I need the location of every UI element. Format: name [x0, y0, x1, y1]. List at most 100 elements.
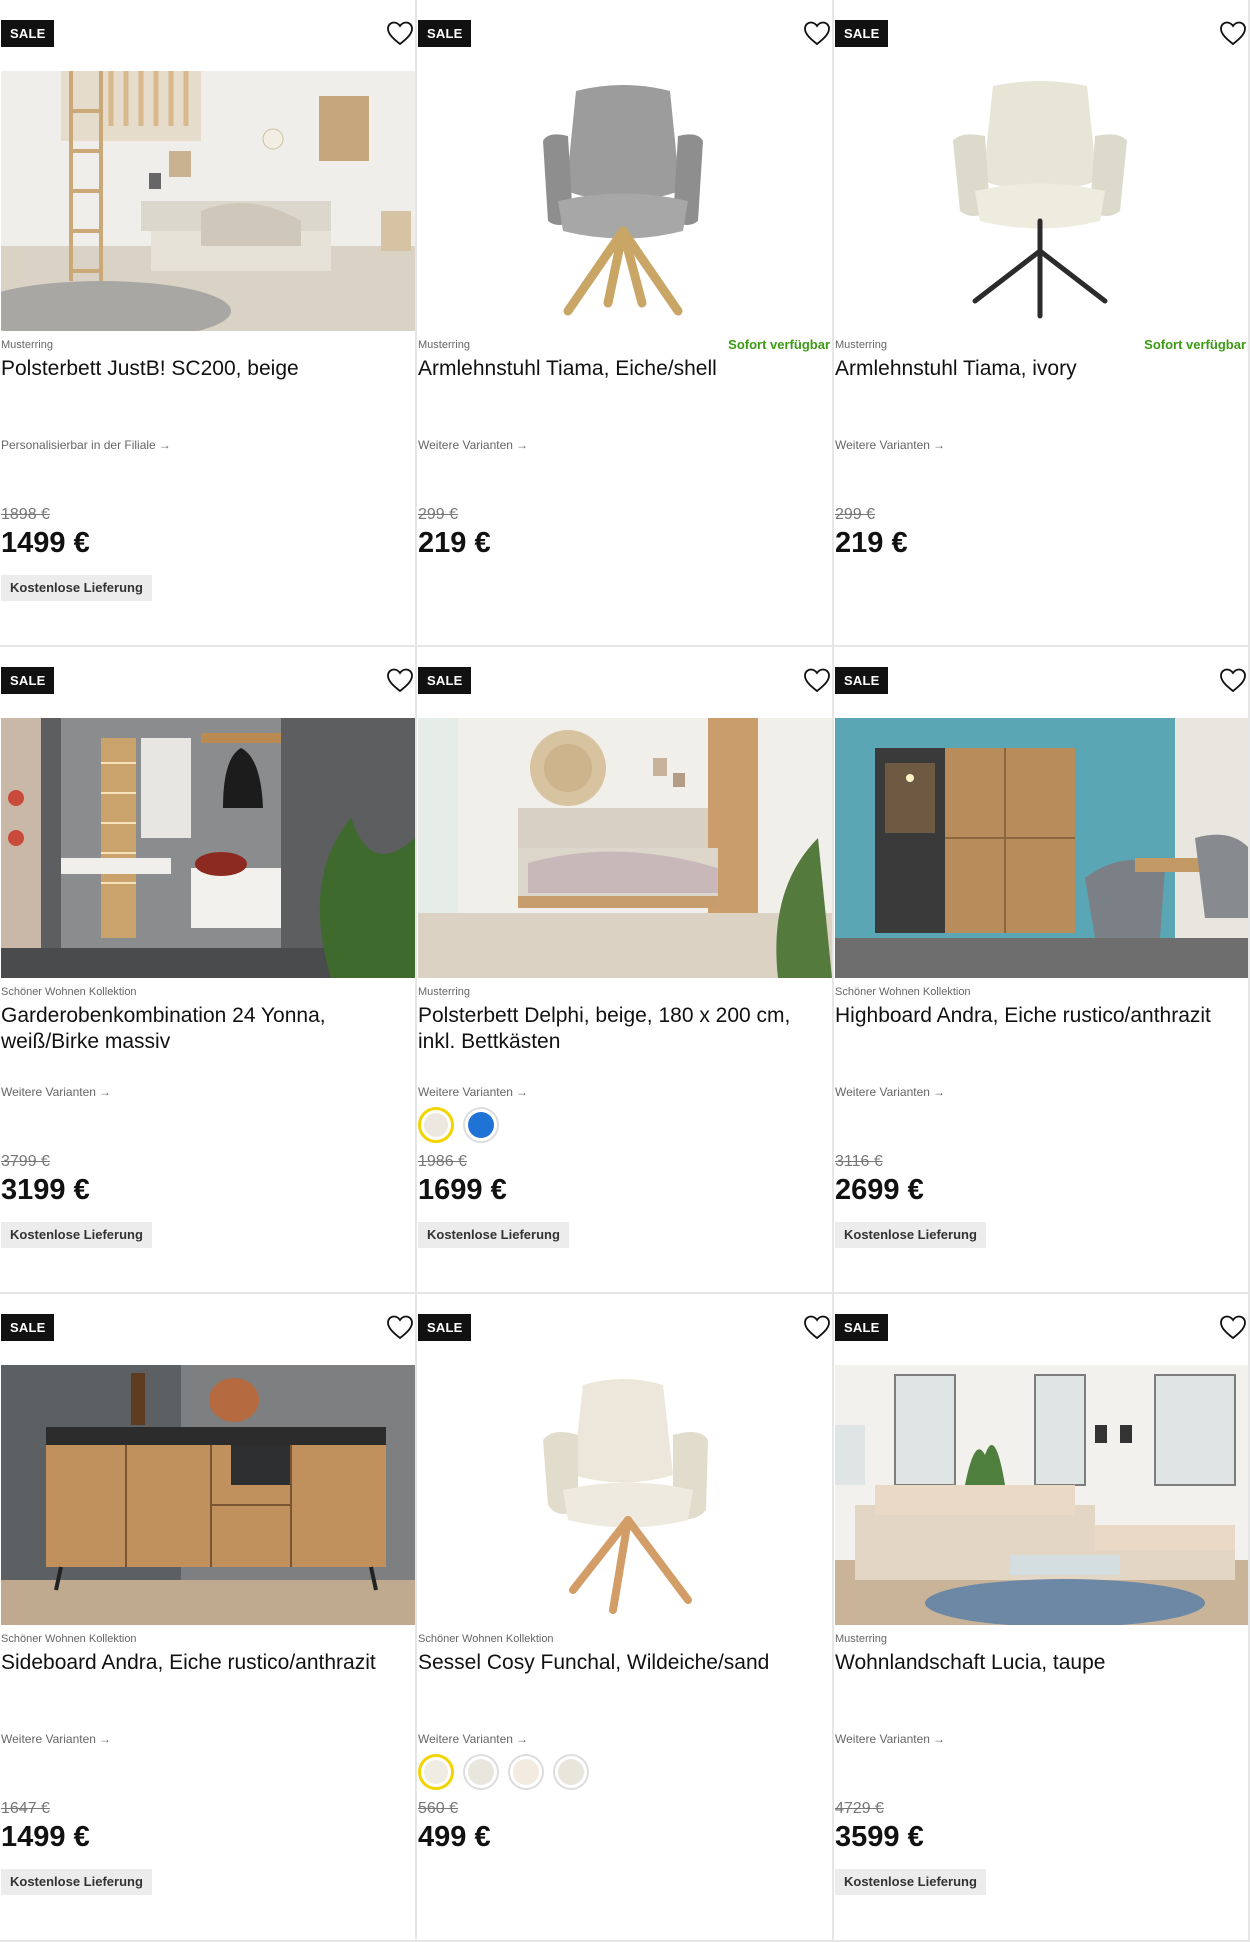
variants-link[interactable]: Weitere Varianten →	[835, 438, 945, 452]
arrow-right-icon: →	[932, 438, 945, 452]
sale-badge: SALE	[418, 1314, 472, 1341]
color-swatch[interactable]	[418, 1107, 454, 1143]
sale-badge: SALE	[835, 1314, 889, 1341]
free-delivery-badge: Kostenlose Lieferung	[835, 1222, 986, 1248]
cream-armchair-wooden-legs-image[interactable]	[418, 1365, 832, 1625]
product-title[interactable]: Armlehnstuhl Tiama, ivory	[835, 356, 1240, 382]
free-delivery-badge: Kostenlose Lieferung	[1, 1869, 152, 1895]
old-price: 299 €	[835, 506, 876, 523]
variants-link-label: Weitere Varianten	[835, 1732, 930, 1746]
product-card[interactable]: SALE Schöner Wohnen Kollektion Highboard…	[834, 647, 1250, 1294]
variants-link-label: Weitere Varianten	[418, 1732, 513, 1746]
sideboard-image[interactable]	[1, 1365, 415, 1625]
arrow-right-icon: →	[515, 438, 528, 452]
price: 3599 €	[835, 1821, 924, 1853]
availability-label: Sofort verfügbar	[1144, 337, 1246, 352]
sale-badge: SALE	[418, 20, 472, 47]
arrow-right-icon: →	[158, 438, 171, 452]
color-swatch[interactable]	[463, 1754, 499, 1790]
grey-armchair-oak-legs-image[interactable]	[418, 71, 832, 331]
sale-badge: SALE	[418, 667, 472, 694]
variants-link[interactable]: Weitere Varianten →	[418, 438, 528, 452]
old-price: 1647 €	[1, 1800, 50, 1817]
old-price: 1986 €	[418, 1153, 467, 1170]
arrow-right-icon: →	[932, 1732, 945, 1746]
free-delivery-badge: Kostenlose Lieferung	[835, 1869, 986, 1895]
old-price: 3799 €	[1, 1153, 50, 1170]
variants-link[interactable]: Weitere Varianten →	[1, 1732, 111, 1746]
sale-badge: SALE	[1, 1314, 55, 1341]
variants-link[interactable]: Weitere Varianten →	[835, 1085, 945, 1099]
wishlist-heart-icon[interactable]	[385, 665, 415, 695]
variants-link-label: Weitere Varianten	[835, 1085, 930, 1099]
product-title[interactable]: Polsterbett Delphi, beige, 180 x 200 cm,…	[418, 1003, 824, 1055]
wishlist-heart-icon[interactable]	[1218, 18, 1248, 48]
price: 219 €	[835, 527, 908, 559]
ivory-armchair-black-legs-image[interactable]	[835, 71, 1248, 331]
free-delivery-badge: Kostenlose Lieferung	[418, 1222, 569, 1248]
arrow-right-icon: →	[515, 1085, 528, 1099]
variants-link[interactable]: Personalisierbar in der Filiale →	[1, 438, 171, 452]
color-swatch[interactable]	[463, 1107, 499, 1143]
wishlist-heart-icon[interactable]	[802, 665, 832, 695]
variants-link[interactable]: Weitere Varianten →	[418, 1085, 528, 1099]
product-title[interactable]: Wohnlandschaft Lucia, taupe	[835, 1650, 1240, 1676]
old-price: 560 €	[418, 1800, 459, 1817]
old-price: 4729 €	[835, 1800, 884, 1817]
wishlist-heart-icon[interactable]	[385, 1312, 415, 1342]
product-card[interactable]: SALE Musterring Sofort verfügbar Armlehn	[834, 0, 1250, 647]
product-title[interactable]: Polsterbett JustB! SC200, beige	[1, 356, 407, 382]
brand-label: Schöner Wohnen Kollektion	[418, 1633, 554, 1645]
variants-link-label: Weitere Varianten	[418, 438, 513, 452]
price: 499 €	[418, 1821, 491, 1853]
product-title[interactable]: Armlehnstuhl Tiama, Eiche/shell	[418, 356, 824, 382]
arrow-right-icon: →	[98, 1085, 111, 1099]
price: 3199 €	[1, 1174, 90, 1206]
sale-badge: SALE	[1, 667, 55, 694]
product-card[interactable]: SALE	[0, 0, 417, 647]
arrow-right-icon: →	[515, 1732, 528, 1746]
wishlist-heart-icon[interactable]	[385, 18, 415, 48]
product-title[interactable]: Highboard Andra, Eiche rustico/anthrazit	[835, 1003, 1240, 1029]
product-card[interactable]: SALE Musterring Sofort verfügbar Armlehn	[417, 0, 834, 647]
color-swatch[interactable]	[553, 1754, 589, 1790]
living-room-sofa-image[interactable]	[835, 1365, 1248, 1625]
brand-label: Schöner Wohnen Kollektion	[1, 986, 137, 998]
variants-link[interactable]: Weitere Varianten →	[1, 1085, 111, 1099]
highboard-dining-room-image[interactable]	[835, 718, 1248, 978]
variants-link-label: Weitere Varianten	[835, 438, 930, 452]
brand-label: Musterring	[835, 339, 887, 351]
old-price: 1898 €	[1, 506, 50, 523]
brand-label: Musterring	[1, 339, 53, 351]
brand-label: Musterring	[418, 339, 470, 351]
color-swatch[interactable]	[418, 1754, 454, 1790]
product-card[interactable]: SALE Musterring Wohnlandschaft Lucia, ta…	[834, 1294, 1250, 1942]
product-card[interactable]: SALE	[0, 647, 417, 1294]
price: 1499 €	[1, 1821, 90, 1853]
product-title[interactable]: Sideboard Andra, Eiche rustico/anthrazit	[1, 1650, 407, 1676]
free-delivery-badge: Kostenlose Lieferung	[1, 1222, 152, 1248]
arrow-right-icon: →	[98, 1732, 111, 1746]
wishlist-heart-icon[interactable]	[802, 1312, 832, 1342]
wishlist-heart-icon[interactable]	[1218, 665, 1248, 695]
brand-label: Schöner Wohnen Kollektion	[835, 986, 971, 998]
hallway-wardrobe-image[interactable]	[1, 718, 415, 978]
brand-label: Musterring	[418, 986, 470, 998]
product-card[interactable]: SALE Schöner Wohnen Kollektion Sessel Co…	[417, 1294, 834, 1942]
old-price: 3116 €	[835, 1153, 883, 1170]
arrow-right-icon: →	[932, 1085, 945, 1099]
sale-badge: SALE	[835, 20, 889, 47]
wishlist-heart-icon[interactable]	[802, 18, 832, 48]
product-title[interactable]: Garderobenkombination 24 Yonna, weiß/Bir…	[1, 1003, 407, 1055]
color-swatch[interactable]	[508, 1754, 544, 1790]
variants-link[interactable]: Weitere Varianten →	[835, 1732, 945, 1746]
product-card[interactable]: SALE Schöner Wohnen Kollektion Sideboard…	[0, 1294, 417, 1942]
bedroom-delphi-bed-image[interactable]	[418, 718, 832, 978]
product-card[interactable]: SALE Musterring Polsterbett Delphi, beig…	[417, 647, 834, 1294]
wishlist-heart-icon[interactable]	[1218, 1312, 1248, 1342]
variants-link-label: Weitere Varianten	[1, 1085, 96, 1099]
bedroom-loft-bed-image[interactable]	[1, 71, 415, 331]
price: 1699 €	[418, 1174, 507, 1206]
variants-link[interactable]: Weitere Varianten →	[418, 1732, 528, 1746]
product-title[interactable]: Sessel Cosy Funchal, Wildeiche/sand	[418, 1650, 824, 1676]
